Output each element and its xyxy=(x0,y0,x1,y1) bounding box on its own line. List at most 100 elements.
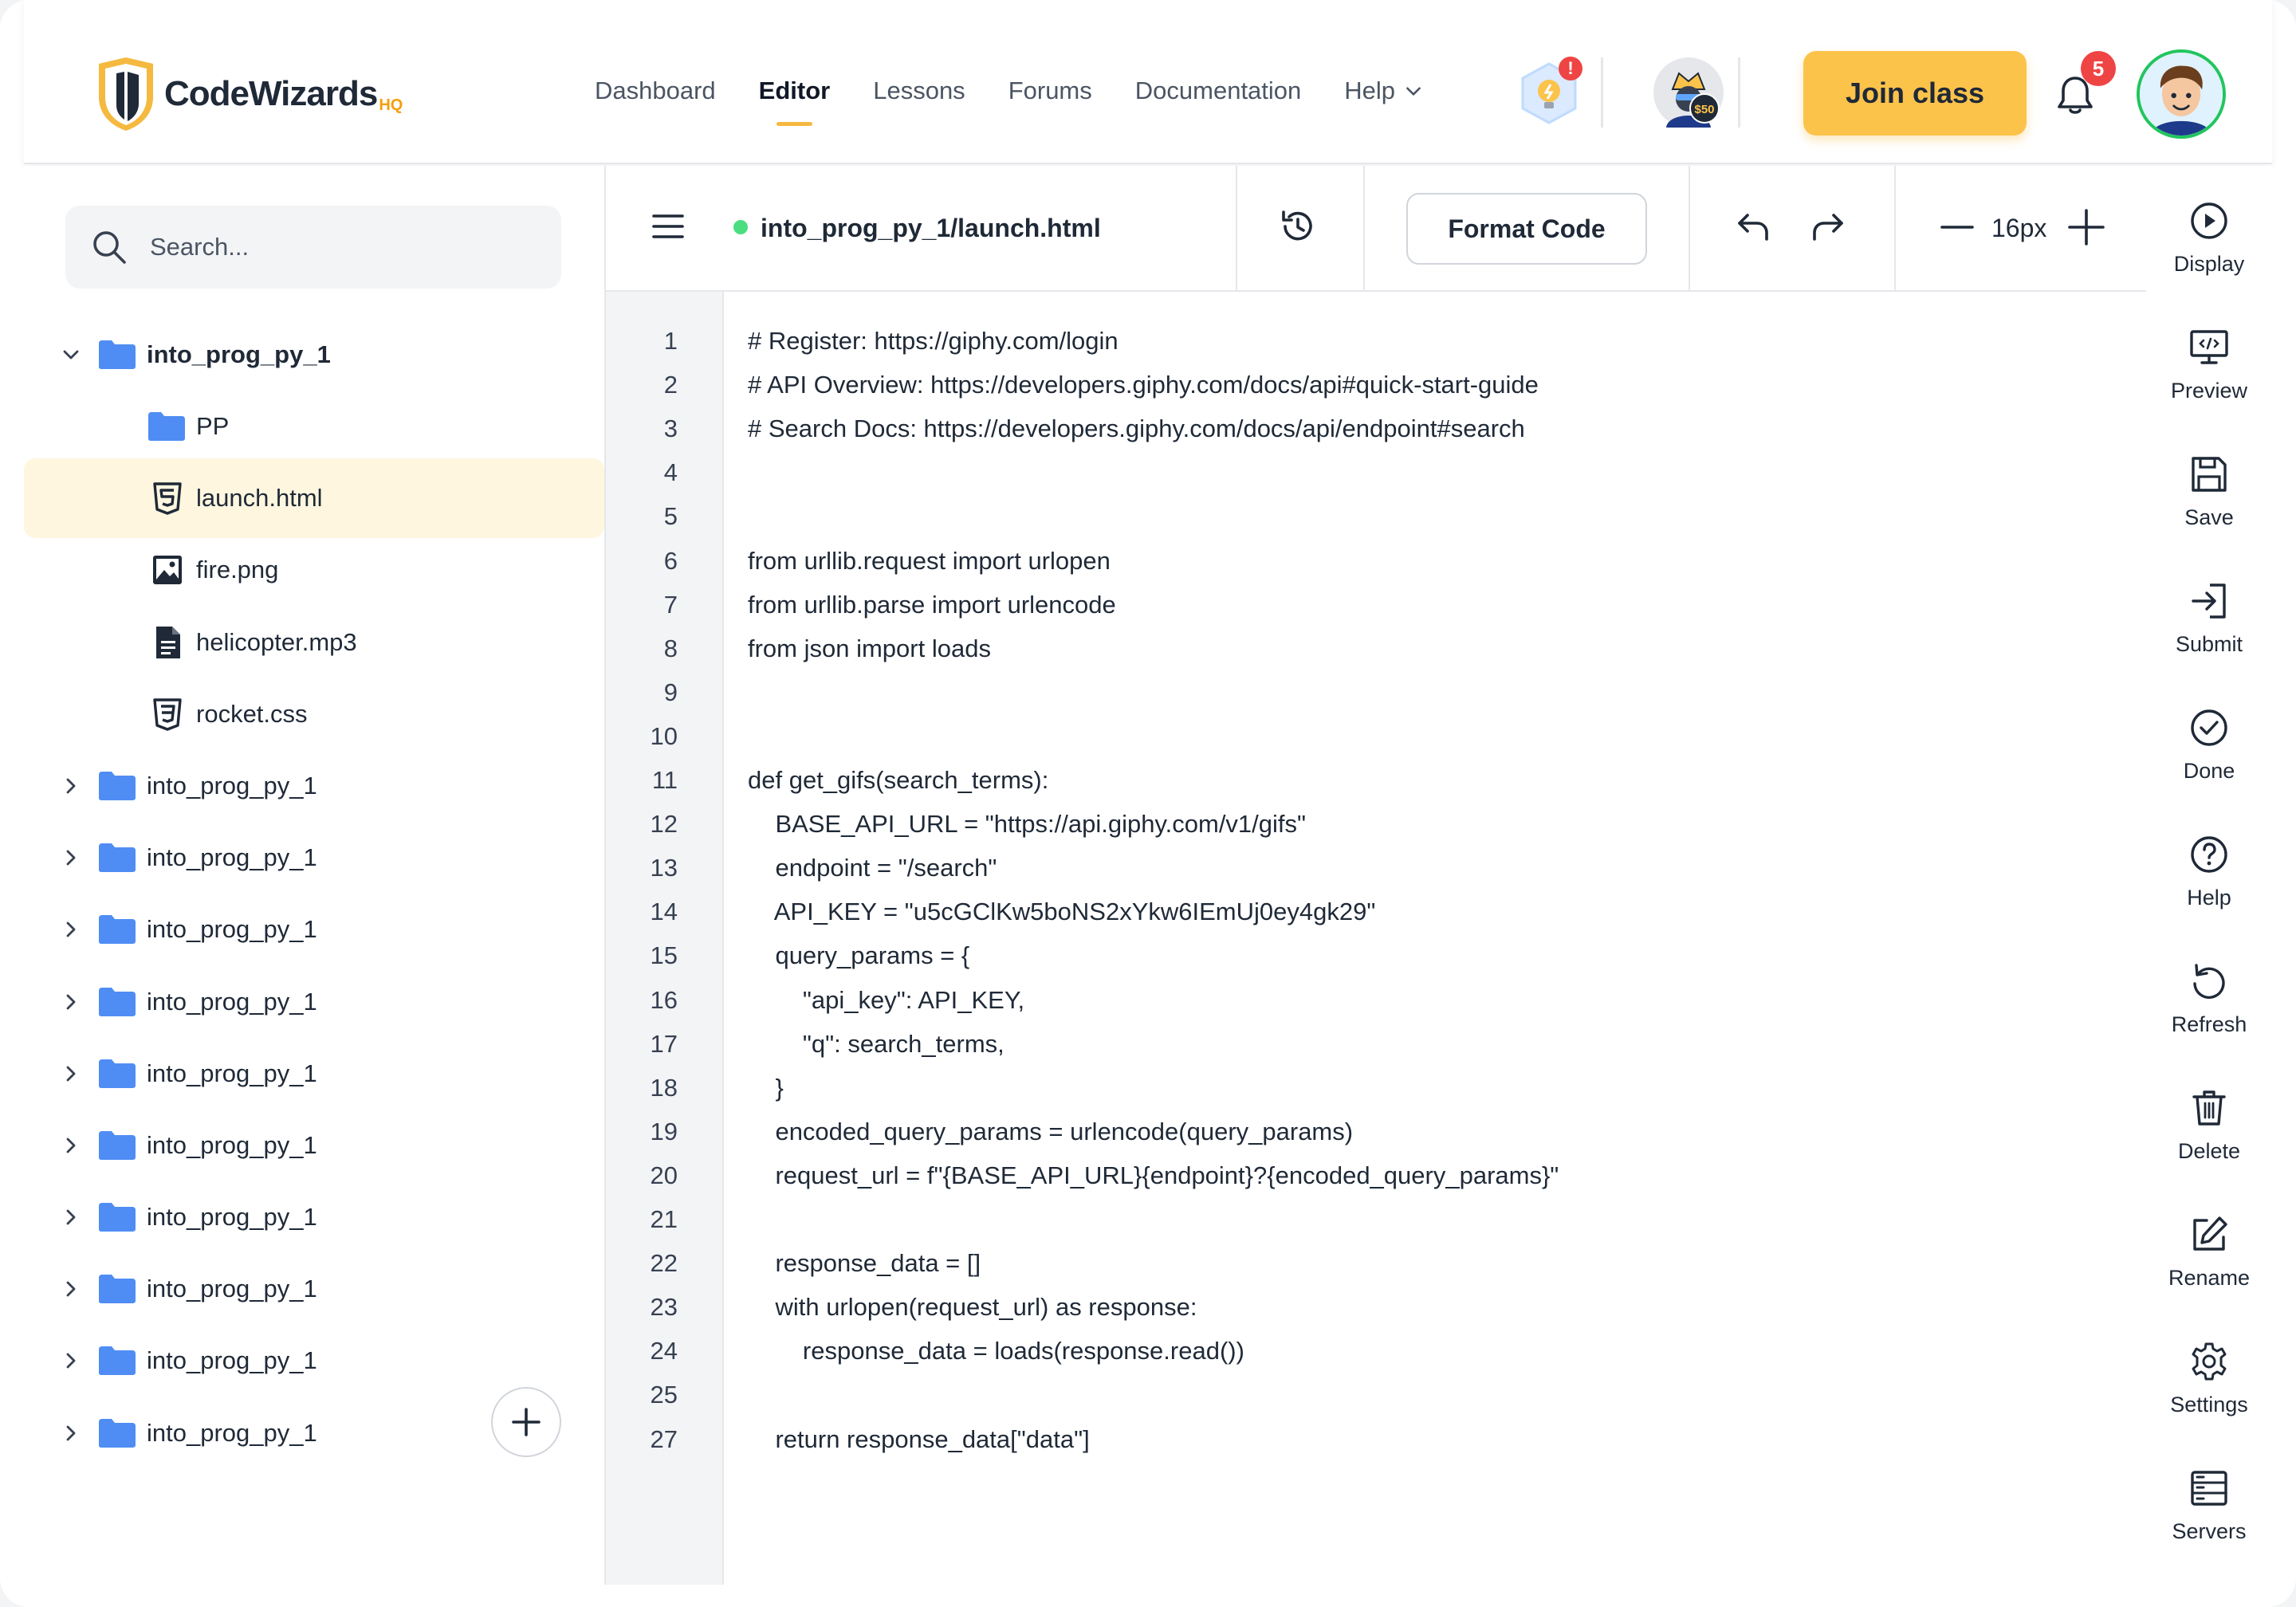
done-button[interactable]: Done xyxy=(2146,708,2272,811)
play-circle-icon xyxy=(2191,202,2227,239)
hamburger-menu-icon[interactable] xyxy=(651,209,686,244)
refresh-button[interactable]: Refresh xyxy=(2146,961,2272,1065)
line-number: 15 xyxy=(650,941,678,970)
code-editor[interactable]: # Register: https://giphy.com/login # API… xyxy=(724,292,2146,1585)
file-tree: into_prog_py_1 PP launch.html fire.png h… xyxy=(24,319,604,1469)
code-line[interactable]: BASE_API_URL = "https://api.giphy.com/v1… xyxy=(748,810,1306,839)
tree-file-rocket-css[interactable]: rocket.css xyxy=(24,678,604,750)
code-line[interactable]: endpoint = "/search" xyxy=(748,854,997,882)
code-line[interactable]: response_data = loads(response.read()) xyxy=(748,1337,1244,1365)
code-line[interactable]: from json import loads xyxy=(748,635,991,663)
nav-documentation[interactable]: Documentation xyxy=(1135,77,1302,105)
code-line[interactable]: # Search Docs: https://developers.giphy.… xyxy=(748,415,1525,443)
code-line[interactable]: API_KEY = "u5cGClKw5boNS2xYkw6IEmUj0ey4g… xyxy=(748,898,1376,926)
code-line[interactable]: def get_gifs(search_terms): xyxy=(748,766,1048,795)
tree-folder-collapsed[interactable]: into_prog_py_1 xyxy=(24,1253,604,1325)
line-number: 22 xyxy=(650,1249,678,1278)
rail-label: Done xyxy=(2183,759,2235,783)
rail-label: Servers xyxy=(2172,1519,2247,1543)
tree-file-helicopter-mp3[interactable]: helicopter.mp3 xyxy=(24,607,604,678)
chevron-down-icon[interactable] xyxy=(59,343,83,367)
nav-dashboard[interactable]: Dashboard xyxy=(595,77,716,105)
lightbulb-hint-icon[interactable]: ! xyxy=(1515,56,1590,131)
tree-file-launch-html[interactable]: launch.html xyxy=(24,458,604,539)
notification-count-badge: 5 xyxy=(2081,51,2116,86)
code-line[interactable]: encoded_query_params = urlencode(query_p… xyxy=(748,1118,1353,1146)
code-line[interactable]: "api_key": API_KEY, xyxy=(748,986,1024,1015)
history-icon[interactable] xyxy=(1277,206,1319,247)
submit-button[interactable]: Submit xyxy=(2146,581,2272,685)
tree-folder-collapsed[interactable]: into_prog_py_1 xyxy=(24,894,604,965)
wizard-badge-icon[interactable]: $50 xyxy=(1652,56,1725,129)
tree-folder-collapsed[interactable]: into_prog_py_1 xyxy=(24,750,604,822)
nav-forums[interactable]: Forums xyxy=(1008,77,1092,105)
code-line[interactable]: "q": search_terms, xyxy=(748,1030,1005,1059)
user-avatar[interactable] xyxy=(2137,49,2226,139)
minus-icon[interactable] xyxy=(1939,209,1976,246)
font-size-value: 16px xyxy=(1991,214,2047,242)
chevron-right-icon[interactable] xyxy=(59,846,83,870)
folder-icon xyxy=(99,771,136,800)
tree-folder-label: into_prog_py_1 xyxy=(147,843,317,872)
line-number: 21 xyxy=(650,1205,678,1233)
tree-folder-collapsed[interactable]: into_prog_py_1 xyxy=(24,1038,604,1110)
code-line[interactable]: from urllib.parse import urlencode xyxy=(748,591,1116,619)
help-button[interactable]: Help xyxy=(2146,835,2272,938)
nav-help[interactable]: Help xyxy=(1344,77,1424,105)
format-code-button[interactable]: Format Code xyxy=(1406,193,1647,265)
folder-icon xyxy=(99,1203,136,1232)
tree-file-fire-png[interactable]: fire.png xyxy=(24,534,604,606)
chevron-right-icon[interactable] xyxy=(59,1349,83,1373)
folder-icon xyxy=(99,1275,136,1304)
brand-logo[interactable]: CodeWizards HQ xyxy=(92,56,403,132)
gear-icon xyxy=(2192,1342,2227,1381)
plus-icon[interactable] xyxy=(2066,207,2106,247)
code-line[interactable]: with urlopen(request_url) as response: xyxy=(748,1293,1197,1322)
chevron-right-icon[interactable] xyxy=(59,774,83,798)
servers-button[interactable]: Servers xyxy=(2146,1468,2272,1572)
nav-editor[interactable]: Editor xyxy=(759,77,830,126)
nav-lessons[interactable]: Lessons xyxy=(873,77,965,105)
chevron-right-icon[interactable] xyxy=(59,990,83,1014)
code-line[interactable]: # API Overview: https://developers.giphy… xyxy=(748,371,1539,399)
code-line[interactable]: from urllib.request import urlopen xyxy=(748,547,1111,576)
code-line[interactable]: response_data = [] xyxy=(748,1249,981,1278)
tree-folder-pp[interactable]: PP xyxy=(24,391,604,462)
tree-folder-collapsed[interactable]: into_prog_py_1 xyxy=(24,1110,604,1181)
line-number: 12 xyxy=(650,810,678,839)
rename-button[interactable]: Rename xyxy=(2146,1215,2272,1318)
tree-folder-collapsed[interactable]: into_prog_py_1 xyxy=(24,1181,604,1253)
code-line[interactable]: query_params = { xyxy=(748,941,969,970)
chevron-right-icon[interactable] xyxy=(59,1421,83,1445)
code-line[interactable]: request_url = f"{BASE_API_URL}{endpoint}… xyxy=(748,1161,1559,1190)
settings-button[interactable]: Settings xyxy=(2146,1342,2272,1445)
code-line[interactable]: return response_data["data"] xyxy=(748,1425,1089,1454)
delete-button[interactable]: Delete xyxy=(2146,1088,2272,1192)
tree-folder-collapsed[interactable]: into_prog_py_1 xyxy=(24,1325,604,1397)
tree-folder-collapsed[interactable]: into_prog_py_1 xyxy=(24,966,604,1038)
add-file-button[interactable] xyxy=(491,1387,561,1457)
search-input[interactable] xyxy=(150,233,533,261)
line-number: 11 xyxy=(651,766,678,794)
code-line[interactable]: # Register: https://giphy.com/login xyxy=(748,327,1119,356)
chevron-right-icon[interactable] xyxy=(59,1062,83,1086)
folder-icon xyxy=(148,412,185,442)
preview-button[interactable]: Preview xyxy=(2146,328,2272,431)
line-number: 5 xyxy=(663,502,678,531)
search-box[interactable] xyxy=(65,206,561,289)
chevron-right-icon[interactable] xyxy=(59,1134,83,1157)
chevron-right-icon[interactable] xyxy=(59,917,83,941)
tree-folder-root[interactable]: into_prog_py_1 xyxy=(24,319,604,391)
code-line[interactable]: } xyxy=(748,1074,783,1102)
save-button[interactable]: Save xyxy=(2146,454,2272,558)
chevron-right-icon[interactable] xyxy=(59,1205,83,1229)
join-class-button[interactable]: Join class xyxy=(1803,51,2027,136)
redo-icon[interactable] xyxy=(1808,207,1848,247)
undo-icon[interactable] xyxy=(1733,207,1773,247)
folder-icon xyxy=(99,843,136,873)
display-button[interactable]: Display xyxy=(2146,201,2272,305)
toolbar-divider xyxy=(1236,166,1237,292)
chevron-right-icon[interactable] xyxy=(59,1277,83,1301)
hint-alert-mark: ! xyxy=(1567,58,1573,78)
tree-folder-collapsed[interactable]: into_prog_py_1 xyxy=(24,822,604,894)
